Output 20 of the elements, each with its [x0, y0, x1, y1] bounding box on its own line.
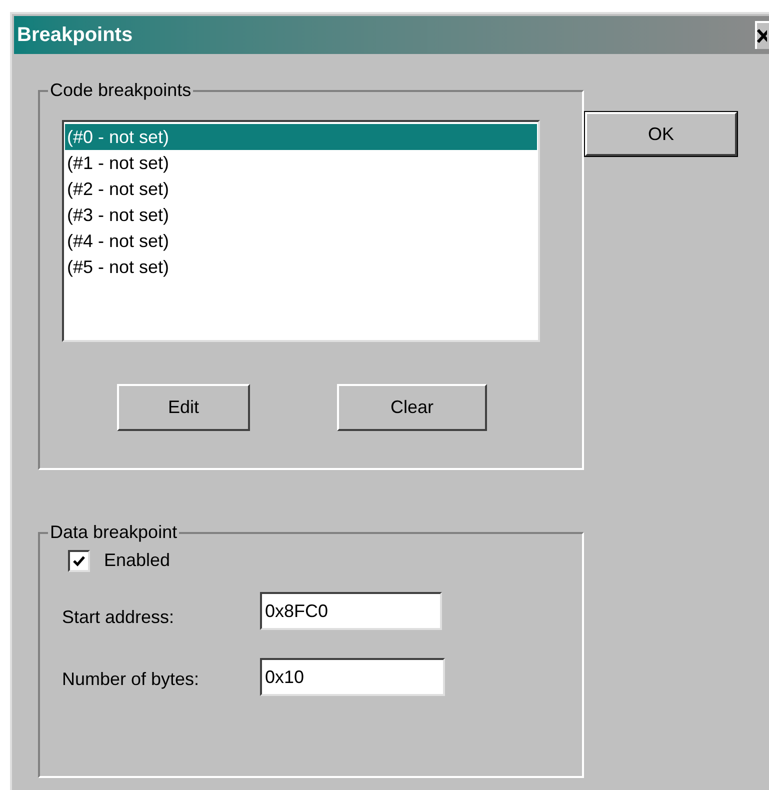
start-address-label: Start address: — [62, 606, 174, 629]
clear-button[interactable]: Clear — [337, 384, 487, 431]
ok-button[interactable]: OK — [585, 112, 737, 156]
list-item[interactable]: (#5 - not set) — [65, 254, 537, 280]
enabled-checkbox[interactable] — [68, 550, 90, 572]
list-item[interactable]: (#0 - not set) — [65, 124, 537, 150]
list-item[interactable]: (#3 - not set) — [65, 202, 537, 228]
start-address-field[interactable]: 0x8FC0 — [260, 592, 442, 630]
window-title: Breakpoints — [16, 23, 133, 48]
close-icon — [757, 28, 767, 44]
close-button[interactable] — [755, 21, 769, 49]
number-of-bytes-field[interactable]: 0x10 — [260, 658, 445, 696]
check-icon — [72, 554, 86, 568]
list-item[interactable]: (#2 - not set) — [65, 176, 537, 202]
checkbox-label: Enabled — [104, 549, 170, 572]
breakpoint-list[interactable]: (#0 - not set) (#1 - not set) (#2 - not set) (#3 - not set) (#4 - not set) (#5 - not set) — [62, 120, 540, 342]
list-item[interactable]: (#1 - not set) — [65, 150, 537, 176]
edit-button[interactable]: Edit — [117, 384, 250, 431]
number-of-bytes-label: Number of bytes: — [62, 668, 200, 691]
list-item[interactable]: (#4 - not set) — [65, 228, 537, 254]
